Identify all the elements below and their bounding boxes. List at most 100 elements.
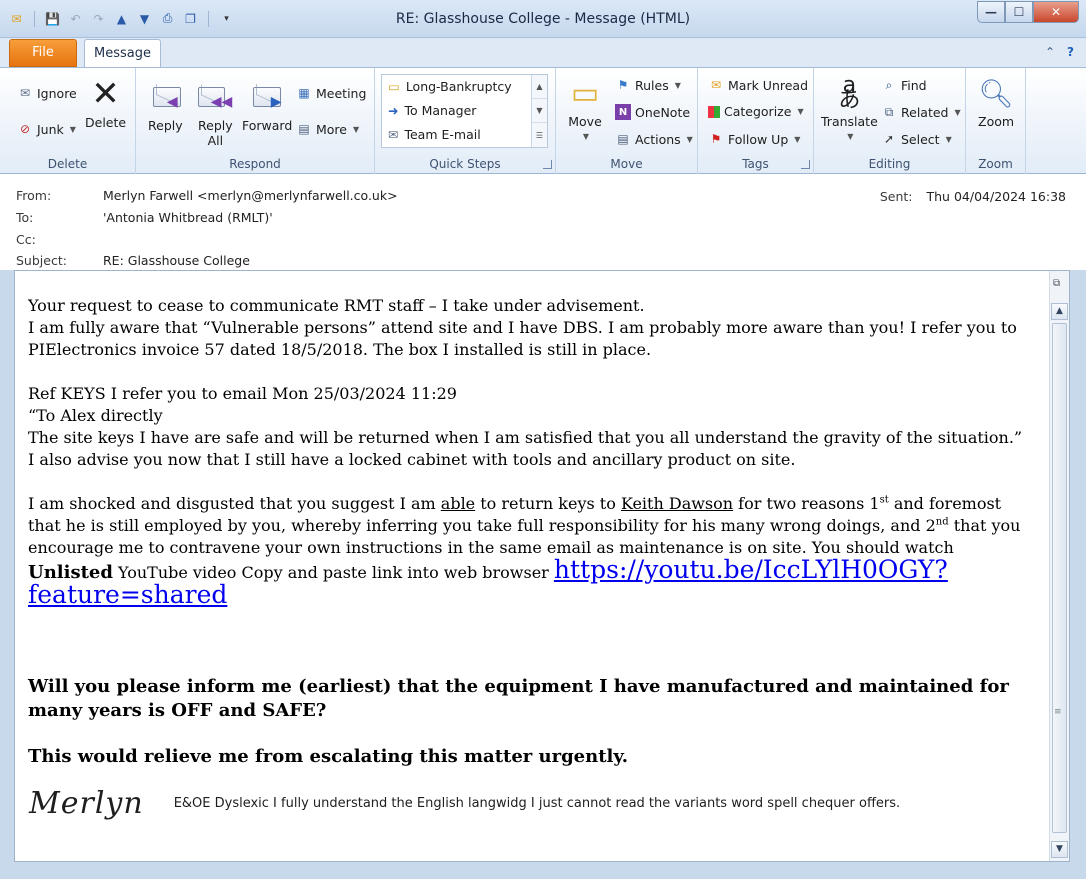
find-button[interactable]: ⌕ Find — [881, 77, 927, 93]
onenote-icon: N — [615, 104, 631, 120]
body-line: Your request to cease to communicate RMT… — [28, 296, 645, 315]
ribbon-tabs: File Message ⌃ ? — [0, 38, 1086, 69]
body-line: Ref KEYS I refer you to email Mon 25/03/… — [28, 384, 457, 403]
categorize-icon — [708, 105, 720, 118]
more-respond-button[interactable]: ▤ More ▼ — [296, 121, 359, 137]
ignore-button[interactable]: ✉ Ignore — [17, 85, 77, 101]
scroll-grip-icon: ≡ — [1054, 707, 1062, 717]
group-label-zoom: Zoom — [978, 157, 1013, 171]
group-label-move: Move — [610, 157, 643, 171]
to-label: To: — [16, 210, 34, 225]
junk-icon: ⊘ — [19, 122, 31, 136]
translate-button[interactable]: aあ Translate ▼ — [821, 73, 878, 144]
body-paragraph-keys: I am shocked and disgusted that you sugg… — [28, 494, 1021, 609]
title-bar: ✉ 💾 ↶ ↷ ▲ ▼ ⎙ ❐ ▾ RE: Glasshouse College… — [0, 0, 1086, 38]
group-label-tags: Tags — [742, 157, 769, 171]
body-escalation: This would relieve me from escalating th… — [28, 746, 629, 767]
sent-info: Sent: Thu 04/04/2024 16:38 — [880, 189, 1066, 204]
from-value[interactable]: Merlyn Farwell <merlyn@merlynfarwell.co.… — [103, 188, 398, 203]
junk-button[interactable]: ⊘ Junk ▼ — [17, 121, 76, 137]
quick-steps-scroll[interactable]: ▲ ▼ ☰ — [531, 75, 547, 147]
scroll-down-button[interactable]: ▼ — [1051, 841, 1068, 858]
scroll-thumb[interactable] — [1052, 323, 1067, 833]
ribbon: ✉ Ignore ⊘ Junk ▼ ✕ Delete Delete ◀ Reply… — [0, 67, 1086, 174]
window-title: RE: Glasshouse College - Message (HTML) — [395, 11, 691, 27]
quick-steps-launcher[interactable] — [543, 160, 552, 169]
message-header: From: Merlyn Farwell <merlyn@merlynfarwe… — [0, 174, 1086, 270]
subject-label: Subject: — [16, 253, 67, 268]
tab-message[interactable]: Message — [84, 39, 161, 69]
subject-value: RE: Glasshouse College — [103, 253, 250, 268]
signature-row: Merlyn E&OE Dyslexic I fully understand … — [29, 786, 900, 821]
zoom-button[interactable]: 🔍︎ Zoom — [978, 76, 1014, 129]
tab-file[interactable]: File — [9, 39, 77, 67]
maximize-button[interactable]: ☐ — [1005, 1, 1033, 23]
select-cursor-icon: ➚ — [883, 132, 895, 146]
follow-up-flag-icon: ⚑ — [710, 132, 722, 146]
reply-all-button[interactable]: ◀◀ Reply All — [198, 80, 233, 148]
delete-button[interactable]: ✕ Delete — [85, 73, 126, 131]
forward-button[interactable]: ▶ Forward — [242, 80, 292, 133]
mark-unread-icon: ✉ — [710, 78, 722, 92]
reply-button[interactable]: ◀ Reply — [148, 80, 183, 133]
tags-launcher[interactable] — [801, 160, 810, 169]
body-line: I also advise you now that I still have … — [28, 450, 796, 469]
minimize-ribbon-icon[interactable]: ⌃ — [1045, 45, 1055, 59]
from-label: From: — [16, 188, 52, 203]
quick-steps-down-icon[interactable]: ▼ — [532, 99, 547, 123]
rules-button[interactable]: ⚑ Rules ▼ — [615, 77, 681, 93]
quick-steps-more-icon[interactable]: ☰ — [532, 123, 547, 147]
message-content: Your request to cease to communicate RMT… — [28, 295, 1038, 769]
rules-icon: ⚑ — [617, 78, 629, 92]
minimize-button[interactable]: — — [977, 1, 1005, 23]
body-line: I am fully aware that “Vulnerable person… — [28, 318, 1017, 359]
to-value[interactable]: 'Antonia Whitbread (RMLT)' — [103, 210, 273, 225]
group-move: ▭ Move ▼ ⚑ Rules ▼ N OneNote ▤ Actions ▼ M… — [556, 68, 698, 174]
actions-icon: ▤ — [617, 132, 629, 146]
quick-step-long-bankruptcy[interactable]: ▭ Long-Bankruptcy — [388, 79, 512, 94]
related-button[interactable]: ⧉ Related ▼ — [881, 104, 961, 120]
meeting-calendar-icon: ▦ — [298, 86, 310, 100]
ribbon-right-controls: ⌃ ? — [1045, 45, 1074, 59]
vertical-scrollbar[interactable]: ⧉ ▲ ≡ ▼ — [1049, 271, 1069, 861]
actions-button[interactable]: ▤ Actions ▼ — [615, 131, 693, 147]
more-respond-icon: ▤ — [298, 122, 310, 136]
body-line: The site keys I have are safe and will b… — [28, 428, 1023, 447]
group-editing: aあ Translate ▼ ⌕ Find ⧉ Related ▼ ➚ Selec… — [814, 68, 966, 174]
sent-value: Thu 04/04/2024 16:38 — [926, 189, 1067, 204]
group-respond: ◀ Reply ◀◀ Reply All ▶ Forward ▦ Meeting… — [136, 68, 375, 174]
reply-icon: ◀ — [148, 80, 182, 114]
help-icon[interactable]: ? — [1067, 45, 1074, 59]
eoe-note: E&OE Dyslexic I fully understand the Eng… — [173, 796, 901, 811]
close-button[interactable]: ✕ — [1033, 1, 1079, 23]
signature: Merlyn — [29, 786, 144, 821]
group-label-delete: Delete — [47, 157, 88, 171]
scroll-up-button[interactable]: ▲ — [1051, 303, 1068, 320]
group-label-quick-steps: Quick Steps — [429, 157, 501, 171]
window-controls: — ☐ ✕ — [977, 1, 1079, 23]
cc-label: Cc: — [16, 232, 36, 247]
find-binoculars-icon: ⌕ — [885, 77, 893, 92]
delete-x-icon: ✕ — [91, 73, 120, 114]
body-line: “To Alex directly — [28, 406, 163, 425]
categorize-button[interactable]: Categorize ▼ — [708, 104, 804, 119]
select-button[interactable]: ➚ Select ▼ — [881, 131, 952, 147]
follow-up-button[interactable]: ⚑ Follow Up ▼ — [708, 131, 801, 147]
message-body: Your request to cease to communicate RMT… — [14, 270, 1070, 862]
forward-arrow-icon: ➜ — [388, 103, 399, 118]
move-button[interactable]: ▭ Move ▼ — [568, 76, 602, 144]
split-icon[interactable]: ⧉ — [1053, 278, 1066, 291]
translate-icon: aあ — [838, 73, 861, 113]
quick-step-to-manager[interactable]: ➜ To Manager — [388, 103, 476, 118]
group-delete: ✉ Ignore ⊘ Junk ▼ ✕ Delete Delete — [0, 68, 136, 174]
move-folder-icon: ▭ — [570, 75, 600, 111]
ignore-icon: ✉ — [19, 86, 31, 100]
meeting-button[interactable]: ▦ Meeting — [296, 85, 366, 101]
quick-steps-up-icon[interactable]: ▲ — [532, 75, 547, 99]
group-label-editing: Editing — [868, 157, 911, 171]
group-tags: ✉ Mark Unread Categorize ▼ ⚑ Follow Up ▼ T… — [698, 68, 814, 174]
zoom-magnifier-icon: 🔍︎ — [978, 76, 1014, 110]
quick-step-team-email[interactable]: ✉ Team E-mail — [388, 127, 481, 142]
onenote-button[interactable]: N OneNote — [615, 104, 690, 120]
mark-unread-button[interactable]: ✉ Mark Unread — [708, 77, 808, 93]
